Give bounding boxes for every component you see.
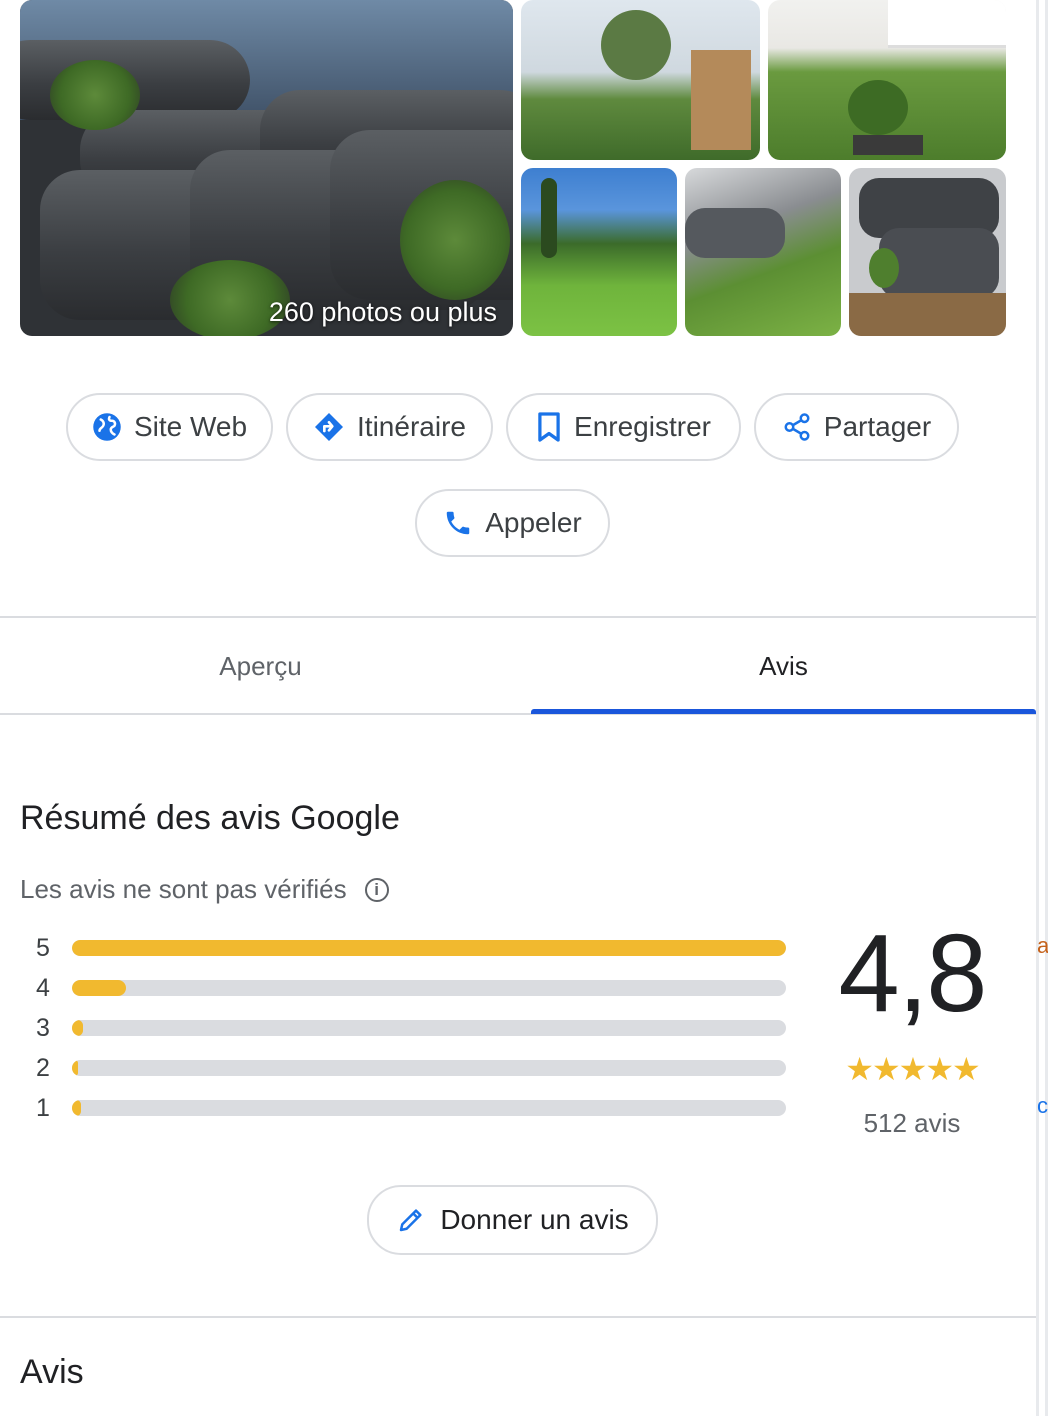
info-icon[interactable]: i	[364, 877, 389, 902]
average-rating: 4,8	[838, 912, 988, 1035]
call-label: Appeler	[485, 507, 582, 538]
rating-bar[interactable]	[72, 980, 786, 996]
share-button[interactable]: Partager	[754, 393, 959, 461]
map-label-fragment: a	[1037, 933, 1048, 958]
directions-button[interactable]: Itinéraire	[286, 393, 493, 461]
rating-bar-label: 1	[36, 1094, 50, 1122]
unverified-note: Les avis ne sont pas vérifiés i	[20, 874, 389, 905]
garden-photo-4[interactable]	[685, 168, 841, 336]
garden-photo-2[interactable]	[768, 0, 1006, 160]
garden-photo-1[interactable]	[521, 0, 760, 160]
rating-bar-label: 3	[36, 1014, 50, 1042]
call-button[interactable]: Appeler	[415, 489, 610, 557]
save-label: Enregistrer	[574, 411, 711, 442]
rating-bar-fill	[72, 1060, 78, 1076]
reviews-section-title: Avis	[20, 1353, 84, 1391]
active-tab-indicator	[531, 709, 1036, 714]
directions-icon	[315, 413, 344, 441]
rating-bar-label: 4	[36, 974, 50, 1002]
rating-bar-fill	[72, 1020, 84, 1036]
rating-bar-fill	[72, 1100, 82, 1116]
rating-bar-fill	[72, 940, 786, 956]
share-icon	[784, 413, 810, 441]
garden-photo-5[interactable]	[849, 168, 1006, 336]
rating-bar-label: 2	[36, 1054, 50, 1082]
save-button[interactable]: Enregistrer	[506, 393, 741, 461]
write-review-label: Donner un avis	[440, 1204, 629, 1235]
share-label: Partager	[823, 411, 932, 442]
website-label: Site Web	[133, 411, 248, 442]
pencil-icon	[400, 1209, 422, 1232]
phone-icon	[446, 511, 470, 535]
main-photo[interactable]: 260 photos ou plus	[20, 0, 513, 336]
unverified-note-text: Les avis ne sont pas vérifiés	[20, 874, 347, 904]
map-label-fragment: c	[1037, 1093, 1048, 1118]
place-panel: 260 photos ou plus Site Web Itinéraire E…	[0, 0, 1036, 1416]
garden-photo-3[interactable]	[521, 168, 677, 336]
tab-overview[interactable]: Aperçu	[0, 618, 521, 714]
rating-bar[interactable]	[72, 940, 786, 956]
review-count-link[interactable]: 512 avis	[828, 1108, 996, 1139]
rating-bar[interactable]	[72, 1100, 786, 1116]
rating-bar[interactable]	[72, 1020, 786, 1036]
photo-count-label[interactable]: 260 photos ou plus	[269, 297, 497, 328]
tab-reviews[interactable]: Avis	[531, 618, 1036, 714]
rating-stars: ★★★★★	[845, 1051, 980, 1087]
rating-bar-fill	[72, 980, 126, 996]
map-edge[interactable]: a c	[1036, 0, 1048, 1416]
rating-bar[interactable]	[72, 1060, 786, 1076]
directions-label: Itinéraire	[357, 411, 466, 442]
website-button[interactable]: Site Web	[66, 393, 273, 461]
section-divider	[0, 1316, 1036, 1318]
rating-bar-label: 5	[36, 934, 50, 962]
bookmark-icon	[538, 412, 560, 442]
write-review-button[interactable]: Donner un avis	[367, 1185, 658, 1255]
reviews-summary-title: Résumé des avis Google	[20, 799, 400, 837]
globe-icon	[93, 413, 121, 441]
